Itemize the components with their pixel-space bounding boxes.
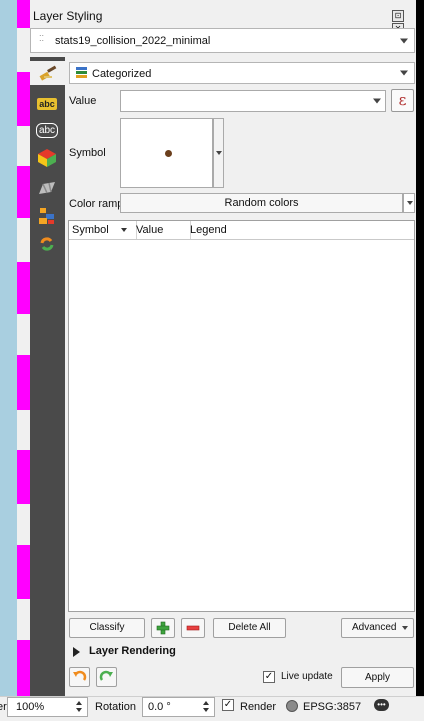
magnifier-input[interactable]: 100% — [7, 697, 88, 717]
chevron-down-icon — [216, 151, 222, 155]
3d-cube-icon[interactable] — [34, 147, 60, 169]
window-left-edge — [0, 0, 17, 696]
categorized-icon — [76, 67, 87, 79]
symbol-dropdown-button[interactable] — [213, 118, 224, 188]
magenta-marker — [17, 355, 30, 410]
magenta-marker — [17, 545, 30, 599]
label-abc-outline-icon[interactable]: abc — [34, 119, 60, 141]
window-right-edge — [416, 0, 424, 696]
rotation-value: 0.0 ° — [148, 701, 171, 713]
magenta-marker — [17, 72, 30, 126]
color-ramp-dropdown-button[interactable] — [403, 193, 415, 213]
undo-button[interactable] — [69, 667, 90, 687]
spinbox-arrows-icon[interactable] — [75, 701, 83, 713]
classify-button[interactable]: Classify — [69, 618, 145, 638]
add-icon — [156, 621, 170, 635]
rotation-label: Rotation — [95, 701, 136, 713]
delete-all-button[interactable]: Delete All — [213, 618, 286, 638]
sort-indicator-icon — [121, 228, 127, 232]
column-header-legend[interactable]: Legend — [187, 221, 418, 239]
magenta-marker — [17, 450, 30, 504]
magenta-marker — [17, 640, 30, 696]
rotation-input[interactable]: 0.0 ° — [142, 697, 215, 717]
layers-order-icon[interactable] — [34, 205, 60, 227]
render-checkbox[interactable]: ✓ — [222, 699, 234, 711]
chevron-down-icon — [400, 38, 408, 43]
live-update-checkbox[interactable]: ✓ — [263, 671, 275, 683]
panel-title: Layer Styling — [33, 9, 103, 23]
remove-class-button[interactable] — [181, 618, 205, 638]
title-buttons: ⊡✕ — [392, 9, 414, 35]
symbol-label: Symbol — [69, 147, 106, 159]
renderer-value: Categorized — [92, 68, 152, 80]
chevron-down-icon — [373, 98, 381, 104]
color-ramp-label: Color ramp — [69, 198, 124, 210]
render-label: Render — [240, 701, 277, 713]
point-layer-icon: ⁚⁚ — [39, 34, 45, 43]
chevron-down-icon — [402, 626, 408, 630]
layer-rendering-label: Layer Rendering — [89, 645, 176, 657]
style-sidebar: abc abc — [30, 57, 65, 696]
layer-name: stats19_collision_2022_minimal — [55, 35, 211, 47]
expand-triangle-icon — [73, 647, 80, 657]
value-label: Value — [69, 95, 97, 107]
globe-icon[interactable] — [286, 700, 298, 712]
column-header-symbol[interactable]: Symbol — [69, 221, 137, 239]
live-update-label: Live update — [281, 671, 333, 682]
categories-table[interactable]: Symbol Value Legend — [68, 220, 415, 612]
symbol-button[interactable] — [120, 118, 213, 188]
redo-icon — [99, 670, 113, 681]
layer-selector[interactable]: ⁚⁚ stats19_collision_2022_minimal — [30, 28, 415, 53]
chevron-down-icon — [407, 201, 413, 205]
magnifier-value: 100% — [16, 701, 45, 713]
magnifier-label: er — [0, 701, 7, 713]
value-field-combo[interactable] — [120, 90, 386, 112]
remove-icon — [186, 625, 200, 631]
paintbrush-icon[interactable] — [30, 61, 65, 85]
messages-icon[interactable]: ••• — [374, 699, 389, 711]
add-class-button[interactable] — [151, 618, 175, 638]
column-header-value[interactable]: Value — [133, 221, 191, 239]
undo-icon — [73, 670, 87, 681]
history-icon[interactable] — [34, 233, 60, 255]
apply-button[interactable]: Apply — [341, 667, 414, 688]
diagram-icon[interactable] — [34, 177, 60, 199]
float-icon[interactable]: ⊡ — [392, 10, 404, 22]
label-abc-icon[interactable]: abc — [34, 93, 60, 115]
expression-button[interactable]: ε — [391, 89, 414, 112]
chevron-down-icon — [400, 70, 408, 76]
magenta-marker — [17, 166, 30, 218]
renderer-selector[interactable]: Categorized — [69, 62, 415, 84]
advanced-button[interactable]: Advanced — [341, 618, 414, 638]
table-header: Symbol Value Legend — [69, 221, 414, 240]
symbol-preview — [165, 150, 172, 157]
spinbox-arrows-icon[interactable] — [202, 701, 210, 713]
magenta-marker — [17, 262, 30, 314]
redo-button[interactable] — [96, 667, 117, 687]
magenta-marker — [17, 0, 30, 28]
color-ramp-button[interactable]: Random colors — [120, 193, 403, 213]
crs-button[interactable]: EPSG:3857 — [303, 701, 361, 713]
